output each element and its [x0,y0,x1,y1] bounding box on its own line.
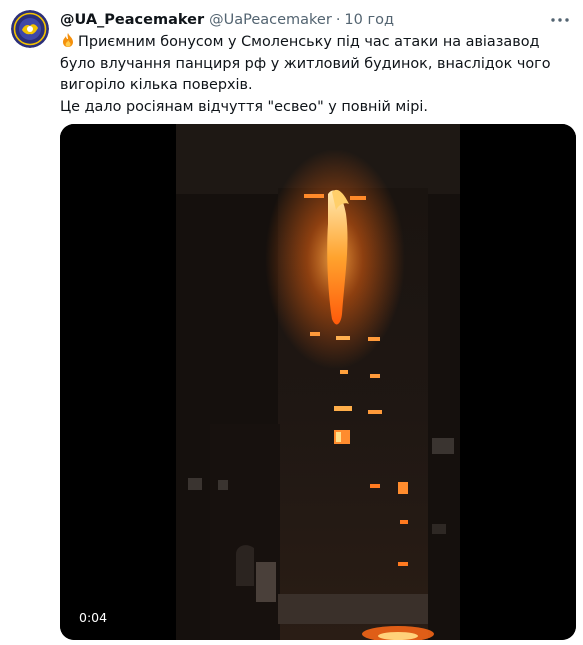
tweet-text: Приємним бонусом у Смоленську під час ат… [60,32,572,118]
video-duration-badge: 0:04 [74,609,113,627]
tweet-timestamp[interactable]: 10 год [344,10,394,30]
tweet-card[interactable]: @UA_Peacemaker @UaPeacemaker · 10 год Пр… [0,0,583,645]
tweet-text-paragraph-2: Це дало росіянам відчуття "есвео" у повн… [60,97,572,119]
author-display-name[interactable]: @UA_Peacemaker [60,10,204,30]
ua-peacemaker-logo-icon [11,10,49,48]
fire-emoji-icon [63,33,73,47]
tweet-text-line-1: Приємним бонусом у Смоленську під час ат… [60,34,551,93]
header-separator: · [335,12,341,28]
tweet-text-paragraph-1: Приємним бонусом у Смоленську під час ат… [60,32,572,97]
author-handle[interactable]: @UaPeacemaker [209,10,332,30]
tweet-header: @UA_Peacemaker @UaPeacemaker · 10 год [60,10,394,30]
video-frame [60,124,576,640]
tweet-text-line-2: Це дало росіянам відчуття "есвео" у повн… [60,98,428,115]
avatar[interactable] [11,10,49,48]
video-player[interactable]: 0:04 [60,124,576,640]
more-options-button[interactable] [549,12,571,28]
more-dots-icon [551,18,569,22]
